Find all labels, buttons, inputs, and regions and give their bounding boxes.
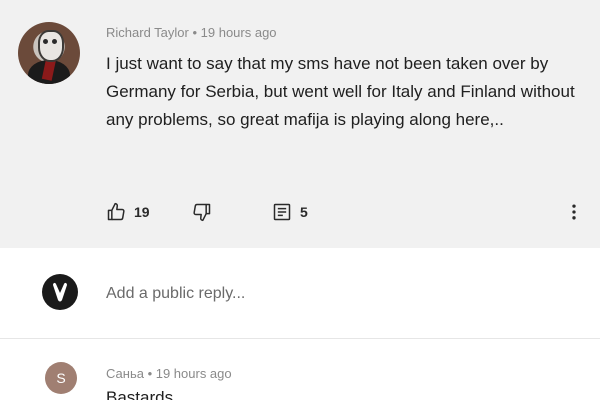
more-vertical-icon [568,202,580,222]
user-avatar [42,274,78,310]
user-avatar-logo [53,282,67,302]
reply-box [0,262,600,322]
comment-actions: 19 5 [106,200,586,224]
like-count: 19 [134,204,150,220]
meta-separator: • [143,366,156,381]
comment-author[interactable]: Саньа [106,366,144,381]
more-options-button[interactable] [568,200,580,224]
comment-text: I just want to say that my sms have not … [106,54,575,129]
divider [0,338,600,339]
thumbs-up-icon [106,202,126,222]
comment-time[interactable]: 19 hours ago [201,25,277,40]
comment-time[interactable]: 19 hours ago [156,366,232,381]
like-button[interactable]: 19 [106,200,150,224]
comment-card: S Саньа • 19 hours ago Bastards [0,340,600,400]
comment-card: Richard Taylor • 19 hours ago I just wan… [0,0,600,248]
avatar[interactable]: S [45,362,77,394]
replies-count: 5 [300,204,308,220]
comment-text: Bastards [106,388,174,400]
avatar[interactable] [18,22,80,84]
dislike-button[interactable] [192,200,212,224]
replies-button[interactable]: 5 [272,200,308,224]
avatar-mask [38,30,64,62]
comment-author[interactable]: Richard Taylor [106,25,189,40]
avatar-letter: S [56,370,66,386]
comment-thread: Richard Taylor • 19 hours ago I just wan… [0,0,600,400]
comment-meta: Richard Taylor • 19 hours ago [106,25,277,40]
comment-replies-icon [272,202,292,222]
comment-meta: Саньа • 19 hours ago [106,366,232,381]
reply-input[interactable] [106,283,566,305]
thumbs-down-icon [192,202,212,222]
meta-separator: • [188,25,201,40]
